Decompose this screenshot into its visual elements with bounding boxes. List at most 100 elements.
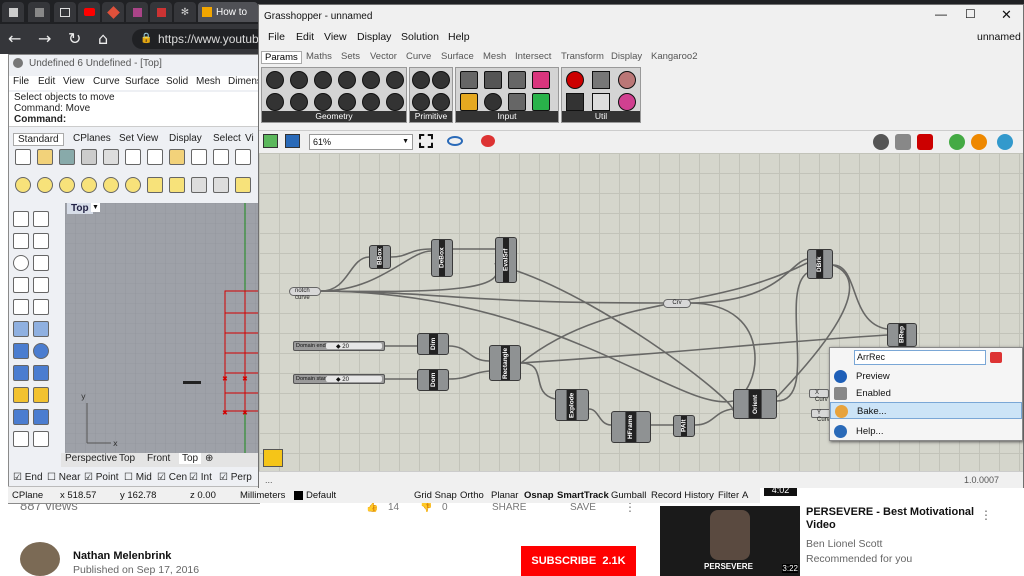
pan-icon[interactable] [191,149,207,165]
menu-item-preview[interactable]: Preview [830,368,1022,385]
boolean-icon[interactable] [33,365,49,381]
flask-icon[interactable] [618,93,636,111]
mesh-icon[interactable] [13,365,29,381]
line-param-icon[interactable] [266,93,284,111]
share-button[interactable]: SHARE [492,502,526,513]
gh-tab-kangaroo2[interactable]: Kangaroo2 [651,51,697,62]
line-icon[interactable] [13,233,29,249]
zoom-icon[interactable] [235,149,251,165]
button-icon[interactable] [484,93,502,111]
preview-mode-icon[interactable] [873,134,889,150]
browser-tab-active[interactable]: How to [198,2,258,22]
copy-icon[interactable] [147,149,163,165]
color-preview-icon[interactable] [971,134,987,150]
slider-track[interactable]: ◆ 20 [326,343,382,350]
surface-param-icon[interactable] [338,71,356,89]
tab-standard[interactable]: Standard [13,133,64,146]
polygon-icon[interactable] [13,299,29,315]
home-icon[interactable]: ⌂ [98,29,108,48]
point-param-icon[interactable] [290,71,308,89]
menu-item-help[interactable]: Help... [830,423,1022,440]
rhino-menu-view[interactable]: View [63,76,85,87]
geometry-param-icon[interactable] [266,71,284,89]
open-file-icon[interactable] [263,134,278,148]
surface-icon[interactable] [13,321,29,337]
slider-domain-end[interactable]: Domain end ◆ 20 [293,341,385,351]
component-hframe[interactable]: HFrame [611,411,651,443]
status-osnap[interactable]: Osnap [524,490,554,501]
browser-tab[interactable] [126,2,148,22]
number-param-icon[interactable] [432,71,450,89]
show-selected-icon[interactable] [147,177,163,193]
component-dbrk[interactable]: DBrk [807,249,833,279]
osnap-cen[interactable]: ☑ Cen [157,472,187,483]
save-icon[interactable] [59,149,75,165]
maximize-button[interactable]: ☐ [965,7,976,21]
status-ortho[interactable]: Ortho [460,490,484,501]
gh-tab-display[interactable]: Display [611,51,642,62]
slider-domain-start[interactable]: Domain start ◆ 20 [293,374,385,384]
component-orient[interactable]: Orient [733,389,777,419]
wireframe-mode-icon[interactable] [895,134,911,150]
recommended-channel[interactable]: Ben Lionel Scott [806,538,882,550]
sphere-icon[interactable] [33,343,49,359]
browser-tab[interactable] [102,2,124,22]
slider-track[interactable]: ◆ 20 [326,376,382,383]
trim-icon[interactable] [33,387,49,403]
gh-tab-surface[interactable]: Surface [441,51,474,62]
viewport-label[interactable]: Top [67,203,93,214]
relay-icon[interactable] [592,71,610,89]
address-bar[interactable]: 🔒 https://www.youtube.c [132,29,275,49]
param-notch-curve[interactable]: notch curve [289,287,321,301]
circle-param-icon[interactable] [362,93,380,111]
component-evalsrf[interactable]: EvalSrf [495,237,517,283]
box-param-icon[interactable] [338,93,356,111]
avatar[interactable] [20,542,60,576]
tab-top[interactable]: Top [119,453,135,464]
explode-icon[interactable] [13,387,29,403]
osnap-int[interactable]: ☑ Int [189,472,212,483]
array-icon[interactable] [33,409,49,425]
text-param-icon[interactable] [412,93,430,111]
like-icon[interactable]: 👍 [366,502,378,513]
status-units[interactable]: Millimeters [240,490,285,501]
mesh-param-icon[interactable] [386,71,404,89]
gh-menu-help[interactable]: Help [448,31,470,43]
move-icon[interactable] [13,409,29,425]
gh-tab-mesh[interactable]: Mesh [483,51,506,62]
light-icon[interactable] [15,177,31,193]
save-button[interactable]: SAVE [570,502,596,513]
rhino-menu-edit[interactable]: Edit [38,76,55,87]
gh-tab-params[interactable]: Params [261,51,302,64]
browser-tab[interactable]: ✻ [174,2,196,22]
gh-tab-intersect[interactable]: Intersect [515,51,551,62]
command-prompt[interactable]: Command: [14,114,66,125]
graph-mapper-icon[interactable] [460,93,478,111]
vector-param-icon[interactable] [314,93,332,111]
status-smarttrack[interactable]: SmartTrack [557,490,609,501]
md-slider-icon[interactable] [532,93,550,111]
rhino-menu-file[interactable]: File [13,76,29,87]
top-viewport[interactable]: ✖ ✖ ✖ ✖ y x Top ▼ [65,203,263,463]
status-grid-snap[interactable]: Grid Snap [414,490,457,501]
named-views-icon[interactable] [447,136,463,146]
panel-icon[interactable] [460,71,478,89]
browser-tab[interactable] [150,2,172,22]
light-off-icon[interactable] [59,177,75,193]
text-icon[interactable] [33,431,49,447]
reload-icon[interactable]: ↻ [68,29,81,48]
show-icon[interactable] [81,177,97,193]
gradient-icon[interactable] [532,71,550,89]
swap-icon[interactable] [125,177,141,193]
curve-param-icon[interactable] [314,71,332,89]
osnap-near[interactable]: ☐ Near [47,472,80,483]
arrow-icon[interactable] [592,93,610,111]
status-layer[interactable]: Default [306,490,336,501]
loft-icon[interactable] [33,321,49,337]
channel-name[interactable]: Nathan Melenbrink [73,550,171,562]
dimension-icon[interactable] [13,431,29,447]
osnap-point[interactable]: ☑ Point [84,472,119,483]
arc-icon[interactable] [33,255,49,271]
component-palt[interactable]: PAlt [673,415,695,437]
brep-param-icon[interactable] [362,71,380,89]
